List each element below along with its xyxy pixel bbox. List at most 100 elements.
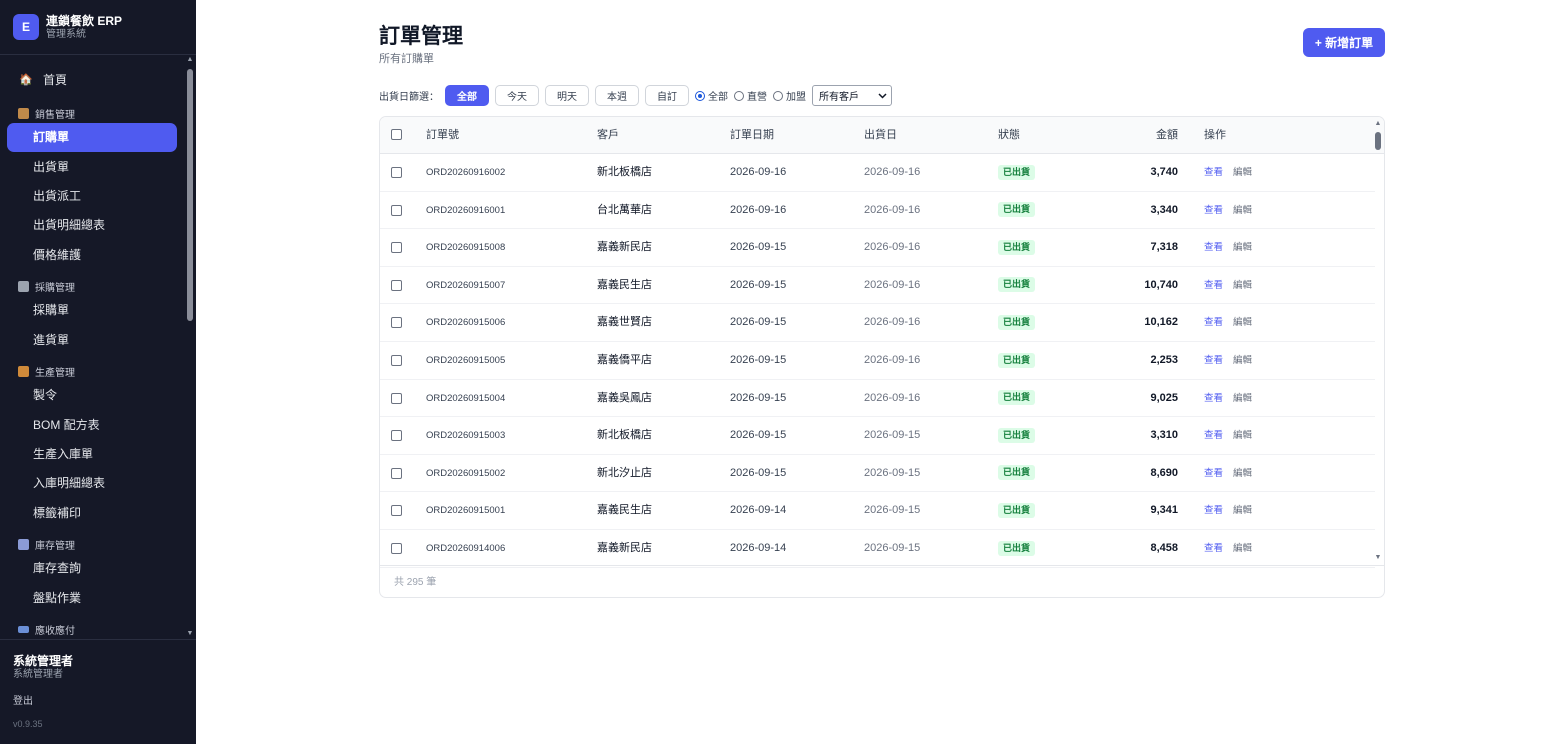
col-amount[interactable]: 金額 (1080, 117, 1178, 154)
sidebar-item-work-order[interactable]: 製令 (7, 381, 177, 410)
row-checkbox[interactable] (391, 167, 402, 178)
edit-link[interactable]: 編輯 (1233, 417, 1252, 454)
radio-icon[interactable] (734, 90, 744, 101)
row-checkbox[interactable] (391, 505, 402, 517)
select-all-checkbox[interactable] (391, 129, 402, 140)
edit-link[interactable]: 編輯 (1233, 192, 1252, 229)
row-checkbox[interactable] (391, 392, 402, 404)
col-order-date[interactable]: 訂單日期 (730, 117, 774, 154)
table-row[interactable]: ORD20260916001 台北萬華店 2026-09-16 2026-09-16 已… (380, 192, 1375, 230)
order-number: ORD20260915006 (426, 317, 506, 329)
view-link[interactable]: 查看 (1204, 154, 1223, 191)
table-row[interactable]: ORD20260915002 新北汐止店 2026-09-15 2026-09-15 已… (380, 455, 1375, 493)
scroll-down-arrow-icon[interactable]: ▼ (1374, 554, 1382, 562)
nav-group-production[interactable]: 生產管理 (18, 364, 75, 379)
new-order-button[interactable]: + 新增訂單 (1303, 28, 1385, 57)
radio-icon[interactable] (773, 90, 783, 101)
view-link[interactable]: 查看 (1204, 229, 1223, 266)
table-row[interactable]: ORD20260915007 嘉義民生店 2026-09-15 2026-09-16 已… (380, 267, 1375, 305)
sidebar-item-stocktake[interactable]: 盤點作業 (7, 584, 177, 613)
sidebar-item-production-receipt[interactable]: 生產入庫單 (7, 440, 177, 469)
filter-chip-tomorrow[interactable]: 明天 (545, 85, 589, 106)
sidebar-item-home[interactable]: 🏠 首頁 (7, 66, 177, 95)
status-cell: 已出貨 (998, 530, 1036, 567)
view-link[interactable]: 查看 (1204, 304, 1223, 341)
row-checkbox[interactable] (391, 430, 402, 442)
view-link[interactable]: 查看 (1204, 192, 1223, 229)
row-checkbox[interactable] (391, 543, 402, 554)
nav-group-procurement[interactable]: 採購管理 (18, 279, 75, 294)
customer-select[interactable]: 所有客戶 (812, 85, 892, 106)
edit-link[interactable]: 編輯 (1233, 455, 1252, 492)
radio-all[interactable]: 全部 (695, 88, 728, 103)
radio-selected-icon[interactable] (695, 90, 705, 101)
view-link[interactable]: 查看 (1204, 417, 1223, 454)
sidebar-item-procurement-order[interactable]: 採購單 (7, 296, 177, 325)
col-order-no[interactable]: 訂單號 (426, 117, 459, 154)
radio-franchise[interactable]: 加盟 (773, 88, 806, 103)
filter-chip-custom[interactable]: 自訂 (645, 85, 689, 106)
sidebar-item-label-reprint[interactable]: 標籤補印 (7, 499, 177, 528)
sidebar-scrollbar[interactable]: ▲ ▼ (186, 56, 194, 638)
customer-name: 嘉義新民店 (597, 241, 652, 254)
edit-link[interactable]: 編輯 (1233, 530, 1252, 567)
ship-date: 2026-09-15 (864, 542, 921, 554)
app-version: v0.9.35 (13, 719, 43, 729)
sidebar-item-bom[interactable]: BOM 配方表 (7, 411, 177, 440)
edit-link[interactable]: 編輯 (1233, 380, 1252, 417)
table-row[interactable]: ORD20260916002 新北板橋店 2026-09-16 2026-09-16 已… (380, 154, 1375, 192)
row-checkbox[interactable] (391, 317, 402, 329)
radio-direct[interactable]: 直營 (734, 88, 767, 103)
row-checkbox[interactable] (391, 242, 402, 254)
row-checkbox[interactable] (391, 467, 402, 479)
view-link[interactable]: 查看 (1204, 380, 1223, 417)
view-link[interactable]: 查看 (1204, 455, 1223, 492)
table-row[interactable]: ORD20260915006 嘉義世賢店 2026-09-15 2026-09-16 已… (380, 304, 1375, 342)
scrollbar-thumb[interactable] (187, 69, 193, 321)
nav-group-inventory[interactable]: 庫存管理 (18, 537, 75, 552)
sidebar-item-receipt-summary[interactable]: 入庫明細總表 (7, 469, 177, 498)
view-link[interactable]: 查看 (1204, 267, 1223, 304)
sidebar-item-stock-query[interactable]: 庫存查詢 (7, 554, 177, 583)
row-checkbox[interactable] (391, 355, 402, 366)
table-scrollbar[interactable]: ▲ ▼ (1374, 120, 1382, 562)
table-row[interactable]: ORD20260915005 嘉義僑平店 2026-09-15 2026-09-16 已… (380, 342, 1375, 380)
row-checkbox[interactable] (391, 279, 402, 291)
table-row[interactable]: ORD20260914006 嘉義新民店 2026-09-14 2026-09-15 已… (380, 530, 1375, 568)
sidebar-item-shipment-summary[interactable]: 出貨明細總表 (7, 211, 177, 240)
table-row[interactable]: ORD20260915008 嘉義新民店 2026-09-15 2026-09-16 已… (380, 229, 1375, 267)
view-link[interactable]: 查看 (1204, 492, 1223, 529)
col-customer[interactable]: 客戶 (597, 117, 619, 154)
sidebar-item-price[interactable]: 價格維護 (7, 241, 177, 270)
col-ship-date[interactable]: 出貨日 (864, 117, 897, 154)
view-link[interactable]: 查看 (1204, 342, 1223, 379)
edit-link[interactable]: 編輯 (1233, 154, 1252, 191)
status-badge: 已出貨 (998, 314, 1036, 330)
sidebar-item-purchase-order[interactable]: 訂購單 (7, 123, 177, 152)
col-status[interactable]: 狀態 (998, 117, 1020, 154)
edit-link[interactable]: 編輯 (1233, 492, 1252, 529)
filter-chip-today[interactable]: 今天 (495, 85, 539, 106)
scroll-up-arrow-icon[interactable]: ▲ (1374, 120, 1382, 128)
view-link[interactable]: 查看 (1204, 530, 1223, 567)
scrollbar-thumb[interactable] (1375, 132, 1381, 150)
edit-link[interactable]: 編輯 (1233, 304, 1252, 341)
edit-link[interactable]: 編輯 (1233, 229, 1252, 266)
table-row[interactable]: ORD20260915004 嘉義吳鳳店 2026-09-15 2026-09-16 已… (380, 380, 1375, 418)
edit-link[interactable]: 編輯 (1233, 267, 1252, 304)
filter-chip-this-week[interactable]: 本週 (595, 85, 639, 106)
nav-group-sales[interactable]: 銷售管理 (18, 106, 75, 121)
sidebar-item-receiving[interactable]: 進貨單 (7, 326, 177, 355)
edit-link[interactable]: 編輯 (1233, 342, 1252, 379)
logout-link[interactable]: 登出 (13, 695, 196, 708)
brand[interactable]: E 連鎖餐飲 ERP 管理系統 (0, 0, 196, 55)
table-row[interactable]: ORD20260915001 嘉義民生店 2026-09-14 2026-09-15 已… (380, 492, 1375, 530)
table-row[interactable]: ORD20260915003 新北板橋店 2026-09-15 2026-09-15 已… (380, 417, 1375, 455)
sidebar-item-dispatch[interactable]: 出貨派工 (7, 182, 177, 211)
sidebar-item-shipment[interactable]: 出貨單 (7, 153, 177, 182)
scroll-up-arrow-icon[interactable]: ▲ (186, 56, 194, 64)
filter-chip-all[interactable]: 全部 (445, 85, 489, 106)
scroll-down-arrow-icon[interactable]: ▼ (186, 630, 194, 638)
row-checkbox[interactable] (391, 204, 402, 216)
nav-group-ar-ap[interactable]: 應收應付 (18, 622, 75, 637)
